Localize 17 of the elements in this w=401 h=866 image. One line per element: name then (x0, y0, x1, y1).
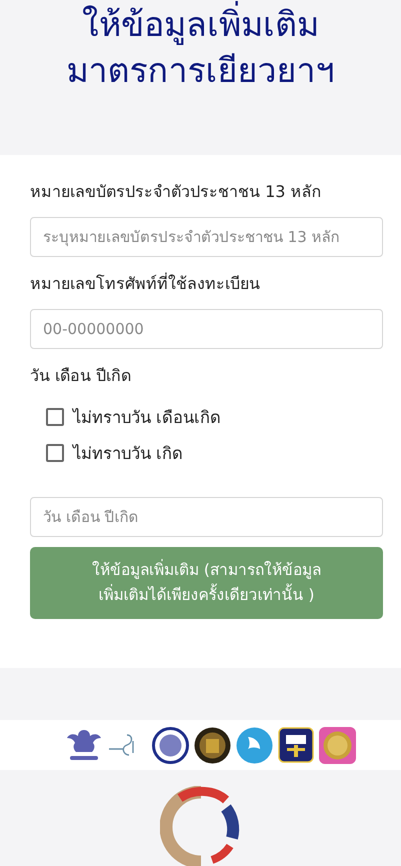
round-seal-icon (152, 726, 188, 764)
field-label: หมายเลขบัตรประจำตัวประชาชน 13 หลัก (30, 181, 323, 203)
input-field[interactable]: 00-00000000 (30, 309, 383, 349)
checkbox-label[interactable]: ไม่ทราบวัน เดือนเกิด (73, 404, 222, 430)
field-label: วัน เดือน ปีเกิด (30, 365, 132, 387)
checkbox[interactable] (46, 408, 64, 426)
page-title: ให้ข้อมูลเพิ่มเติม มาตรการเยียวยาฯ (0, 2, 401, 94)
input-field[interactable]: ระบุหมายเลขบัตรประจำตัวประชาชน 13 หลัก (30, 217, 383, 257)
round-seal-icon (194, 726, 230, 764)
ring-logo-icon (160, 786, 242, 866)
birthdate-field[interactable]: วัน เดือน ปีเกิด (30, 497, 383, 537)
checkbox-label[interactable]: ไม่ทราบวัน เกิด (73, 440, 184, 466)
coin-badge-icon (318, 726, 356, 764)
bird-badge-icon (236, 726, 272, 764)
field-label: หมายเลขโทรศัพท์ที่ใช้ลงทะเบียน (30, 273, 261, 295)
checkbox[interactable] (46, 444, 64, 462)
square-emblem-icon (278, 727, 314, 763)
